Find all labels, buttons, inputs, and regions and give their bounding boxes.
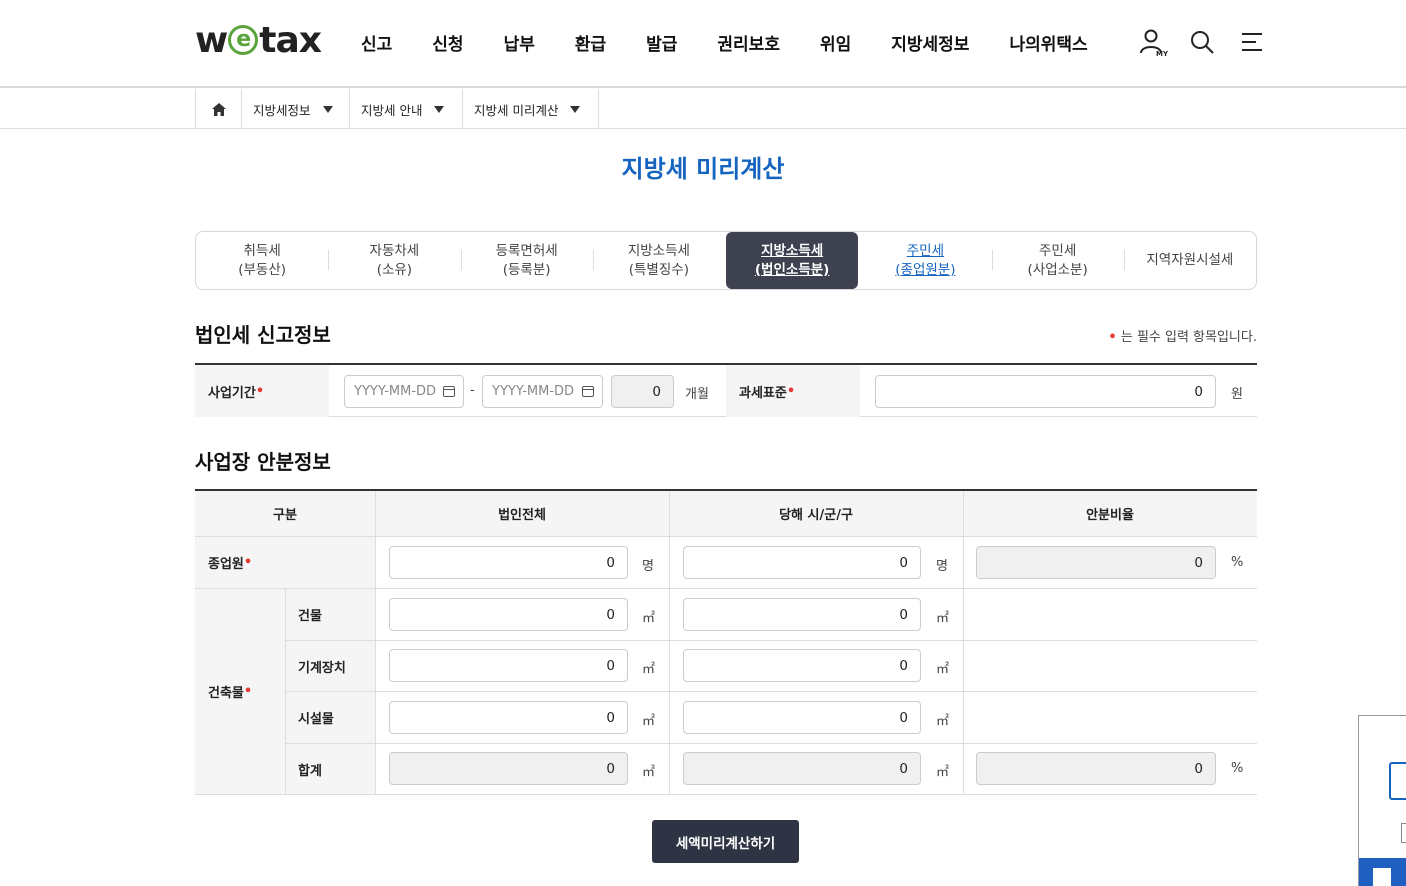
calculate-tax-button[interactable]: 세액미리계산하기 (652, 820, 799, 863)
tab-regional-resource-tax[interactable]: 지역자원시설세 (1123, 232, 1256, 289)
calendar-icon[interactable] (443, 386, 455, 397)
tax-type-tabs: 취득세 (부동산) 자동차세 (소유) 등록면허세 (등록분) 지방소득세 (특… (195, 231, 1257, 290)
section-title-corporate-tax: 법인세 신고정보 (195, 323, 331, 347)
header-local-district: 당해 시/군/구 (669, 491, 963, 537)
required-note: • 는 필수 입력 항목입니다. (1108, 330, 1257, 345)
sqm-unit: ㎡ (936, 662, 950, 677)
header-icons: MY (1138, 28, 1266, 58)
building-total-input[interactable]: 0 (389, 598, 628, 631)
period-end-date-input[interactable]: YYYY-MM-DD (482, 375, 603, 408)
sub-row-total: 합계 (285, 744, 375, 795)
tab-local-income-tax-corporate[interactable]: 지방소득세 (법인소득분) (726, 232, 859, 289)
won-unit: 원 (1231, 387, 1243, 402)
page-title: 지방세 미리계산 (621, 155, 785, 183)
chevron-down-icon (570, 105, 581, 113)
facility-local-input[interactable]: 0 (683, 701, 921, 734)
header-corporate-total: 법인전체 (375, 491, 669, 537)
tab-local-income-tax-withholding[interactable]: 지방소득세 (특별징수) (592, 232, 725, 289)
chevron-down-icon (322, 105, 333, 113)
nav-refund[interactable]: 환급 (575, 30, 606, 55)
machinery-total-input[interactable]: 0 (389, 649, 628, 682)
person-unit: 명 (642, 559, 654, 574)
tab-resident-tax-business[interactable]: 주민세 (사업소분) (991, 232, 1124, 289)
building-local-input[interactable]: 0 (683, 598, 921, 631)
sub-row-facility: 시설물 (285, 692, 375, 744)
required-dot-icon: • (786, 383, 796, 399)
machinery-local-input[interactable]: 0 (683, 649, 921, 682)
corporate-tax-form-row: 사업기간 • YYYY-MM-DD - YYYY-MM-DD 0 개월 과세표준 •… (195, 363, 1257, 417)
date-separator: - (470, 383, 475, 398)
nav-local-tax-info[interactable]: 지방세정보 (891, 30, 969, 55)
employee-total-input[interactable]: 0 (389, 546, 628, 579)
breadcrumb-local-tax-info[interactable]: 지방세정보 (242, 89, 350, 129)
square-icon (1373, 868, 1391, 886)
sqm-unit: ㎡ (936, 765, 950, 780)
employee-label: 종업원 • (195, 537, 375, 589)
sub-row-building: 건물 (285, 589, 375, 641)
menu-icon[interactable] (1238, 28, 1266, 56)
main-nav: 신고 신청 납부 환급 발급 권리보호 위임 지방세정보 나의위택스 (361, 30, 1128, 55)
chevron-down-icon (434, 105, 445, 113)
site-header: w e tax 신고 신청 납부 환급 발급 권리보호 위임 지방세정보 나의위택스… (0, 0, 1406, 88)
tab-acquisition-tax[interactable]: 취득세 (부동산) (196, 232, 328, 289)
svg-text:MY: MY (1156, 50, 1168, 58)
wetax-logo[interactable]: w e tax (195, 20, 322, 61)
sqm-unit: ㎡ (642, 662, 656, 677)
nav-my-wetax[interactable]: 나의위택스 (1009, 30, 1087, 55)
sub-row-machinery: 기계장치 (285, 641, 375, 692)
calendar-icon[interactable] (582, 386, 594, 397)
sqm-unit: ㎡ (642, 714, 656, 729)
business-period-label: 사업기간 • (195, 365, 329, 417)
months-unit: 개월 (685, 387, 709, 402)
months-count-field: 0 (611, 375, 674, 408)
header-ratio: 안분비율 (963, 491, 1257, 537)
tax-base-input[interactable]: 0 (875, 375, 1216, 408)
facility-total-input[interactable]: 0 (389, 701, 628, 734)
nav-delegate[interactable]: 위임 (820, 30, 851, 55)
section-title-apportionment: 사업장 안분정보 (195, 450, 331, 474)
building-ratio-field: 0 (976, 752, 1216, 785)
header-category: 구분 (195, 491, 375, 537)
sqm-unit: ㎡ (936, 611, 950, 626)
laptop-icon (1389, 762, 1406, 800)
sqm-unit: ㎡ (936, 714, 950, 729)
my-user-icon[interactable]: MY (1138, 28, 1169, 58)
tab-registration-tax[interactable]: 등록면허세 (등록분) (460, 232, 593, 289)
building-sum-total-field: 0 (389, 752, 628, 785)
checkbox[interactable] (1401, 823, 1406, 843)
tab-vehicle-tax[interactable]: 자동차세 (소유) (328, 232, 460, 289)
tax-base-label: 과세표준 • (726, 365, 860, 417)
employee-local-input[interactable]: 0 (683, 546, 921, 579)
building-label: 건축물 • (195, 589, 285, 795)
nav-report[interactable]: 신고 (361, 30, 392, 55)
breadcrumb-local-tax-guide[interactable]: 지방세 안내 (350, 89, 463, 129)
tab-resident-tax-employee[interactable]: 주민세 (종업원분) (859, 232, 991, 289)
search-icon[interactable] (1188, 28, 1216, 56)
required-dot-icon: • (1108, 330, 1117, 345)
apportionment-table: 구분 법인전체 당해 시/군/구 안분비율 종업원 • 0 명 0 명 0 % 건… (195, 489, 1257, 795)
building-sum-local-field: 0 (683, 752, 921, 785)
required-dot-icon: • (243, 555, 253, 570)
percent-unit: % (1231, 761, 1244, 776)
nav-rights[interactable]: 권리보호 (717, 30, 780, 55)
nav-payment[interactable]: 납부 (504, 30, 535, 55)
popup-action-bar[interactable] (1359, 858, 1406, 886)
percent-unit: % (1231, 555, 1244, 570)
employee-ratio-field: 0 (976, 546, 1216, 579)
nav-apply[interactable]: 신청 (432, 30, 463, 55)
period-start-date-input[interactable]: YYYY-MM-DD (344, 375, 464, 408)
breadcrumb-tax-calculator[interactable]: 지방세 미리계산 (463, 89, 599, 129)
person-unit: 명 (936, 559, 948, 574)
side-popup[interactable] (1358, 715, 1406, 886)
home-icon[interactable] (195, 89, 242, 129)
sqm-unit: ㎡ (642, 611, 656, 626)
required-dot-icon: • (255, 383, 265, 399)
breadcrumb: 지방세정보 지방세 안내 지방세 미리계산 (0, 89, 1406, 129)
required-dot-icon: • (243, 684, 253, 699)
nav-issue[interactable]: 발급 (646, 30, 677, 55)
sqm-unit: ㎡ (642, 765, 656, 780)
